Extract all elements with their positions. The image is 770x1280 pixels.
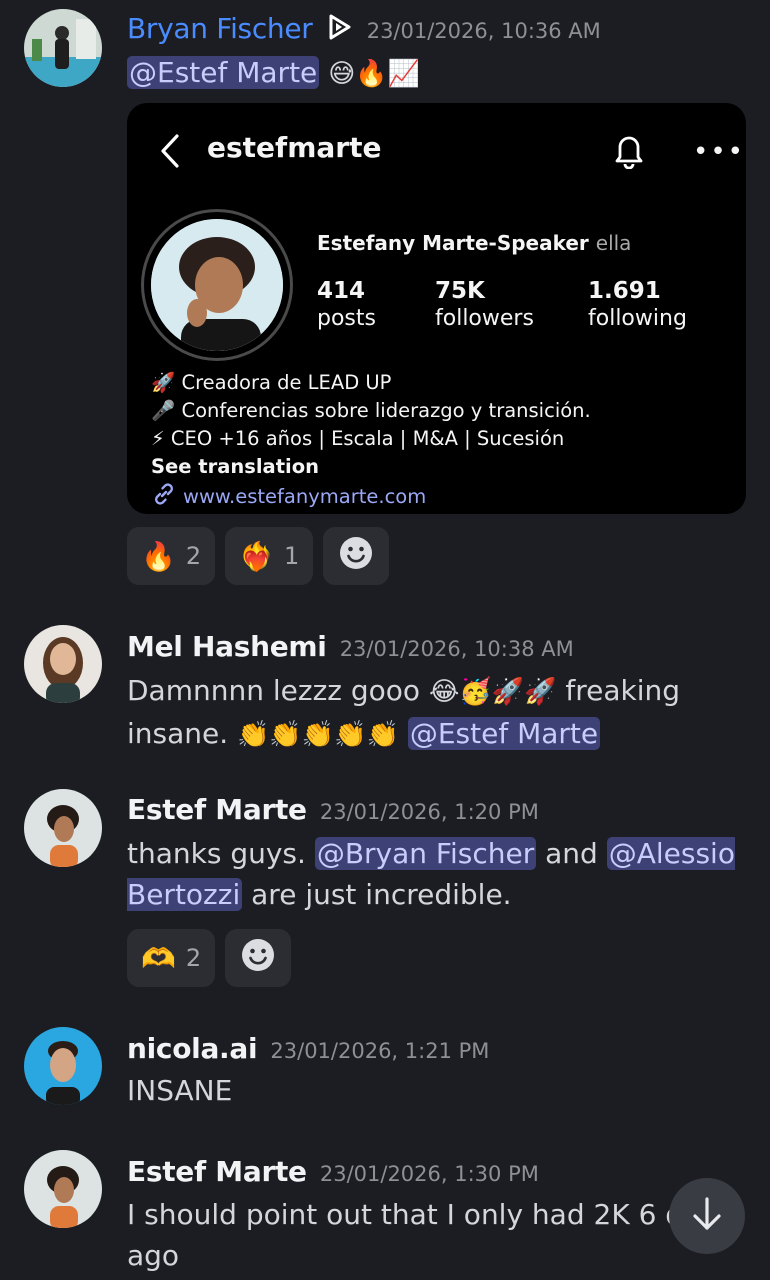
reaction-count: 1 (284, 542, 300, 570)
profile-link[interactable]: www.estefanymarte.com (183, 485, 426, 508)
bio-line: 🎤 Conferencias sobre liderazgo y transic… (151, 399, 591, 422)
followers-label: followers (435, 306, 534, 331)
avatar-estef-marte[interactable] (24, 1150, 102, 1228)
reaction-emoji: 🫶 (141, 941, 176, 975)
profile-username: estefmarte (207, 131, 382, 164)
emoji-group: 😂🥳🚀🚀 (428, 677, 557, 707)
author-name[interactable]: Estef Marte (127, 1155, 307, 1188)
reaction-count: 2 (185, 944, 202, 972)
back-arrow-icon (159, 133, 181, 173)
play-badge-icon (324, 12, 354, 46)
posts-count: 414 (317, 278, 366, 304)
profile-link-row[interactable]: www.estefanymarte.com (151, 481, 591, 514)
add-reaction-button[interactable] (323, 527, 390, 585)
profile-picture (151, 219, 283, 351)
stat-posts: 414 posts (317, 277, 376, 333)
smiley-icon (338, 535, 374, 577)
reaction-fire[interactable]: 🔥 2 (127, 527, 216, 585)
reaction-bar: 🫶 2 (127, 929, 292, 987)
author-name[interactable]: Estef Marte (127, 793, 307, 826)
message-content: I should point out that I only had 2K 6 … (127, 1198, 732, 1272)
message-header: Estef Marte 23/01/2026, 1:30 PM (127, 1155, 539, 1188)
reaction-heart-on-fire[interactable]: ❤️‍🔥 1 (225, 527, 314, 585)
timestamp: 23/01/2026, 1:21 PM (270, 1039, 490, 1063)
avatar-mel-hashemi[interactable] (24, 625, 102, 703)
message-text: Damnnnn lezzz gooo (127, 674, 429, 707)
reaction-emoji: 🔥 (141, 539, 176, 573)
author-name[interactable]: Mel Hashemi (127, 630, 327, 663)
message-header: nicola.ai 23/01/2026, 1:21 PM (127, 1032, 489, 1065)
message-header: Bryan Fischer 23/01/2026, 10:36 AM (127, 12, 601, 46)
message-text: are just incredible. (242, 878, 512, 911)
instagram-profile-embed[interactable]: estefmarte ••• Estefany Marte-Speaker el… (127, 103, 746, 514)
stat-followers: 75K followers (435, 277, 534, 333)
message-header: Estef Marte 23/01/2026, 1:20 PM (127, 793, 539, 826)
pronoun-text: ella (595, 231, 632, 255)
reaction-bar: 🔥 2 ❤️‍🔥 1 (127, 527, 390, 585)
timestamp: 23/01/2026, 1:30 PM (319, 1162, 539, 1186)
arrow-down-icon (690, 1195, 724, 1237)
profile-full-name: Estefany Marte-Speaker ella (317, 231, 631, 255)
reaction-heart-hands[interactable]: 🫶 2 (127, 929, 216, 987)
message-text: thanks guys. (127, 837, 315, 870)
posts-label: posts (317, 306, 376, 331)
bio-line: ⚡ CEO +16 años | Escala | M&A | Sucesión (151, 427, 565, 450)
timestamp: 23/01/2026, 10:36 AM (366, 19, 601, 43)
more-options-icon: ••• (693, 137, 746, 167)
link-icon (151, 481, 177, 514)
author-name[interactable]: nicola.ai (127, 1032, 258, 1065)
avatar-bryan-fischer[interactable] (24, 9, 102, 87)
avatar-estef-marte[interactable] (24, 789, 102, 867)
profile-bio: 🚀 Creadora de LEAD UP 🎤 Conferencias sob… (151, 369, 591, 514)
smiley-icon (240, 937, 276, 979)
message-content: Damnnnn lezzz gooo 😂🥳🚀🚀 freaking insane.… (127, 670, 737, 756)
message-text: and (536, 837, 607, 870)
bio-line: 🚀 Creadora de LEAD UP (151, 371, 392, 394)
reaction-count: 2 (185, 542, 202, 570)
message-header: Mel Hashemi 23/01/2026, 10:38 AM (127, 630, 574, 663)
message-content: thanks guys. @Bryan Fischer and @Alessio… (127, 833, 737, 915)
add-reaction-button[interactable] (225, 929, 292, 987)
user-mention[interactable]: @Bryan Fischer (314, 837, 537, 870)
avatar-nicola-ai[interactable] (24, 1027, 102, 1105)
reaction-emoji: ❤️‍🔥 (239, 539, 275, 573)
user-mention[interactable]: @Estef Marte (127, 56, 320, 89)
stat-following: 1.691 following (588, 277, 687, 333)
timestamp: 23/01/2026, 1:20 PM (319, 800, 539, 824)
emoji-group: 👏👏👏👏👏 (237, 720, 399, 750)
bell-icon (611, 131, 647, 173)
message-content: INSANE (127, 1074, 233, 1107)
following-count: 1.691 (588, 278, 661, 304)
user-mention[interactable]: @Estef Marte (407, 717, 601, 750)
scroll-to-bottom-button[interactable] (669, 1178, 745, 1254)
see-translation-link[interactable]: See translation (151, 453, 591, 481)
author-name[interactable]: Bryan Fischer (127, 12, 313, 45)
emoji-group: 😅🔥📈 (328, 59, 421, 89)
full-name-text: Estefany Marte-Speaker (317, 231, 589, 255)
message-content: @Estef Marte 😅🔥📈 (127, 52, 737, 95)
timestamp: 23/01/2026, 10:38 AM (339, 637, 574, 661)
following-label: following (588, 306, 687, 331)
followers-count: 75K (435, 278, 485, 304)
